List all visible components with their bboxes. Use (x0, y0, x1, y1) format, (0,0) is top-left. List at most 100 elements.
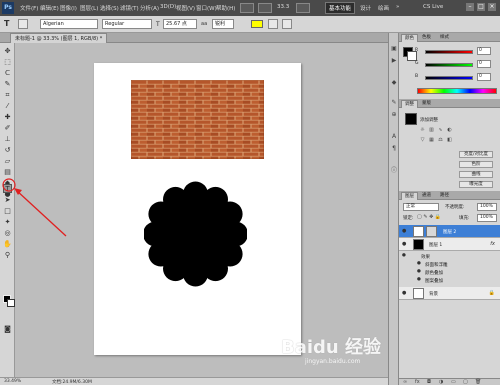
menu-analysis[interactable]: 分析(A) (140, 4, 159, 12)
color-spectrum-bar[interactable] (417, 88, 497, 94)
lock-icons[interactable]: ▢ ✎ ✥ 🔒 (417, 214, 441, 220)
clone-source-panel-icon[interactable]: ⊕ (390, 111, 398, 119)
levels-icon[interactable]: ▥ (428, 127, 435, 134)
visibility-eye-icon[interactable]: ● (402, 290, 408, 296)
menu-filter[interactable]: 滤镜(T) (120, 4, 139, 12)
color-balance-icon[interactable]: ⚖ (437, 137, 444, 144)
text-tool-icon[interactable]: T (4, 19, 9, 28)
maximize-button[interactable]: □ (477, 3, 485, 11)
visibility-eye-icon[interactable]: ● (402, 253, 406, 258)
crop-tool-icon[interactable]: ⌗ (3, 91, 12, 100)
add-mask-icon[interactable]: ◘ (427, 379, 431, 385)
tab-styles[interactable]: 样式 (437, 34, 452, 42)
lasso-tool-icon[interactable]: ᑕ (3, 69, 12, 78)
eraser-tool-icon[interactable]: ▱ (3, 157, 12, 166)
paragraph-panel-icon[interactable]: ¶ (390, 145, 398, 153)
adjust-preset-exposure[interactable]: 曝光度 (459, 181, 493, 188)
close-button[interactable]: × (488, 3, 496, 11)
red-value-input[interactable]: 0 (477, 47, 491, 55)
3d-panel-icon[interactable]: ◆ (390, 79, 398, 87)
blend-mode-select[interactable]: 正常 (403, 203, 439, 211)
tab-paths[interactable]: 路径 (437, 192, 452, 200)
tab-masks[interactable]: 蒙版 (419, 100, 434, 108)
layer-effects-icon[interactable]: fx (490, 241, 495, 247)
adjust-preset-brightness[interactable]: 亮度/对比度 (459, 151, 493, 158)
anti-alias-select[interactable]: 锐利 (212, 19, 234, 29)
eyedropper-tool-icon[interactable]: ⁄ (3, 102, 12, 111)
workspace-more-icon[interactable]: » (396, 4, 399, 10)
text-orientation-icon[interactable] (18, 19, 28, 29)
workspace-painting-tab[interactable]: 绘画 (378, 4, 389, 12)
layer-name[interactable]: 背景 (429, 291, 438, 297)
menu-file[interactable]: 文件(F) (20, 4, 38, 12)
menu-help[interactable]: 帮助(H) (216, 4, 235, 12)
effect-name[interactable]: 斜面和浮雕 (425, 262, 448, 268)
character-panel-icon[interactable] (282, 19, 292, 29)
layer-row-1[interactable]: ● 图层 1 fx (399, 238, 500, 251)
font-style-select[interactable]: Regular (102, 19, 152, 29)
opacity-input[interactable]: 100% (477, 203, 497, 211)
new-layer-icon[interactable]: ▢ (463, 379, 468, 385)
delete-layer-icon[interactable]: 🗑 (475, 379, 481, 385)
zoom-tool-icon[interactable]: ⚲ (3, 251, 12, 260)
visibility-eye-icon[interactable]: ● (417, 277, 421, 282)
visibility-eye-icon[interactable]: ● (417, 269, 421, 274)
visibility-eye-icon[interactable]: ● (417, 261, 421, 266)
background-color-swatch[interactable] (7, 299, 15, 307)
menu-image[interactable]: 图像(I) (60, 4, 77, 12)
tab-layers[interactable]: 图层 (401, 192, 418, 200)
visibility-eye-icon[interactable]: ● (402, 228, 408, 234)
layer-row-2[interactable]: ● 图层 2 (399, 225, 500, 238)
view-extras-icon[interactable] (258, 3, 272, 13)
tab-swatches[interactable]: 色板 (419, 34, 434, 42)
visibility-eye-icon[interactable]: ● (402, 241, 408, 247)
history-panel-icon[interactable]: ▣ (390, 45, 398, 53)
blue-slider-track[interactable] (425, 76, 473, 80)
new-adjustment-icon[interactable]: ◑ (439, 379, 443, 385)
menu-select[interactable]: 选择(S) (100, 4, 119, 12)
history-brush-tool-icon[interactable]: ↺ (3, 146, 12, 155)
font-family-select[interactable]: Algerian (40, 19, 98, 29)
tab-channels[interactable]: 通道 (419, 192, 434, 200)
menu-3d[interactable]: 3D(D) (160, 4, 176, 10)
effect-color-overlay[interactable]: ● 颜色叠加 (399, 269, 500, 276)
adjust-preset-levels[interactable]: 色阶 (459, 161, 493, 168)
document-canvas[interactable] (94, 63, 301, 355)
menu-layer[interactable]: 图层(L) (80, 4, 98, 12)
status-doc-info[interactable]: 文档:24.9M/6.30M (52, 379, 92, 385)
minimize-button[interactable]: – (466, 3, 474, 11)
add-style-icon[interactable]: fx (415, 379, 420, 385)
menu-edit[interactable]: 编辑(E) (40, 4, 59, 12)
effect-name[interactable]: 颜色叠加 (425, 270, 443, 276)
hue-saturation-icon[interactable]: ▦ (428, 137, 435, 144)
menu-window[interactable]: 窗口(W) (196, 4, 217, 12)
red-slider-track[interactable] (425, 50, 473, 54)
text-color-swatch[interactable] (251, 20, 263, 28)
vibrance-icon[interactable]: ▽ (419, 137, 426, 144)
effect-bevel-emboss[interactable]: ● 斜面和浮雕 (399, 261, 500, 268)
actions-panel-icon[interactable]: ▶ (390, 57, 398, 65)
status-zoom[interactable]: 33.49% (4, 379, 21, 384)
adjust-preset-curves[interactable]: 曲线 (459, 171, 493, 178)
brush-tool-icon[interactable]: ✐ (3, 124, 12, 133)
document-tab[interactable]: 未标题-1 @ 33.3% (图层 1, RGB/8) * (10, 33, 108, 43)
marquee-tool-icon[interactable]: ⬚ (3, 58, 12, 67)
clone-stamp-tool-icon[interactable]: ⊥ (3, 135, 12, 144)
tab-adjustments[interactable]: 调整 (401, 100, 418, 108)
layer-name[interactable]: 图层 2 (443, 229, 456, 235)
menu-view[interactable]: 视图(V) (176, 4, 195, 12)
tab-color[interactable]: 颜色 (401, 34, 418, 42)
black-white-icon[interactable]: ◧ (446, 137, 453, 144)
quick-select-tool-icon[interactable]: ✎ (3, 80, 12, 89)
link-layers-icon[interactable]: ∞ (403, 379, 407, 385)
layer-mask-thumbnail[interactable] (426, 226, 437, 237)
zoom-level[interactable]: 33.3 (277, 4, 289, 10)
workspace-design-tab[interactable]: 设计 (360, 4, 371, 12)
curves-icon[interactable]: ∿ (437, 127, 444, 134)
quick-mask-icon[interactable]: ◙ (3, 325, 12, 334)
effect-pattern-overlay[interactable]: ● 图案叠加 (399, 277, 500, 284)
character-panel-icon[interactable]: A (390, 133, 398, 141)
cs-live-button[interactable]: CS Live (423, 4, 443, 10)
brightness-icon[interactable]: ☼ (419, 127, 426, 134)
hand-tool-icon[interactable]: ✋ (3, 240, 12, 249)
